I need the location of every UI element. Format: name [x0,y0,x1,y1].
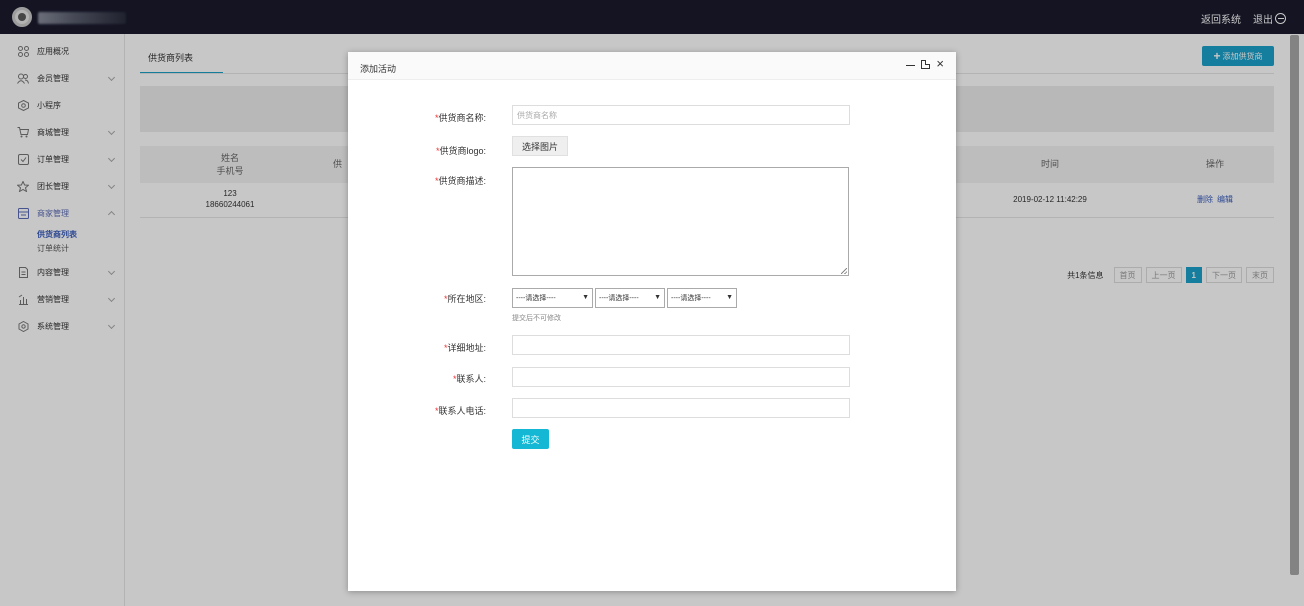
contact-phone-label: *联系人电话: [434,406,486,416]
contact-phone-input[interactable] [512,398,850,418]
choose-image-button[interactable]: 选择图片 [512,136,568,156]
district-select[interactable]: ----请选择---- ▼ [667,288,737,308]
region-label: *所在地区: [443,294,486,304]
region-hint: 提交后不可修改 [512,315,561,322]
dropdown-arrow-icon: ▼ [726,294,733,301]
dropdown-arrow-icon: ▼ [582,294,589,301]
resize-handle[interactable] [841,268,847,274]
dialog-controls: × [906,57,944,70]
contact-label: *联系人: [452,374,486,384]
submit-button[interactable]: 提交 [512,429,549,449]
supplier-desc-label: *供货商描述: [434,176,486,186]
maximize-icon[interactable] [921,59,931,69]
minimize-icon[interactable] [906,64,916,67]
dialog-header: 添加活动 × [348,52,956,80]
add-activity-dialog: 添加活动 × *供货商名称: 供货商名称 *供货商logo: 选择图片 *供货商… [348,52,956,591]
address-label: *详细地址: [443,343,486,353]
dropdown-arrow-icon: ▼ [654,294,661,301]
contact-input[interactable] [512,367,850,387]
address-input[interactable] [512,335,850,355]
supplier-logo-label: *供货商logo: [435,146,486,156]
supplier-name-input[interactable]: 供货商名称 [512,105,850,125]
city-select[interactable]: ----请选择---- ▼ [595,288,665,308]
dialog-title: 添加活动 [360,64,397,74]
close-icon[interactable]: × [936,57,944,70]
supplier-desc-textarea[interactable] [512,167,849,276]
supplier-name-label: *供货商名称: [434,113,486,123]
province-select[interactable]: ----请选择---- ▼ [512,288,593,308]
